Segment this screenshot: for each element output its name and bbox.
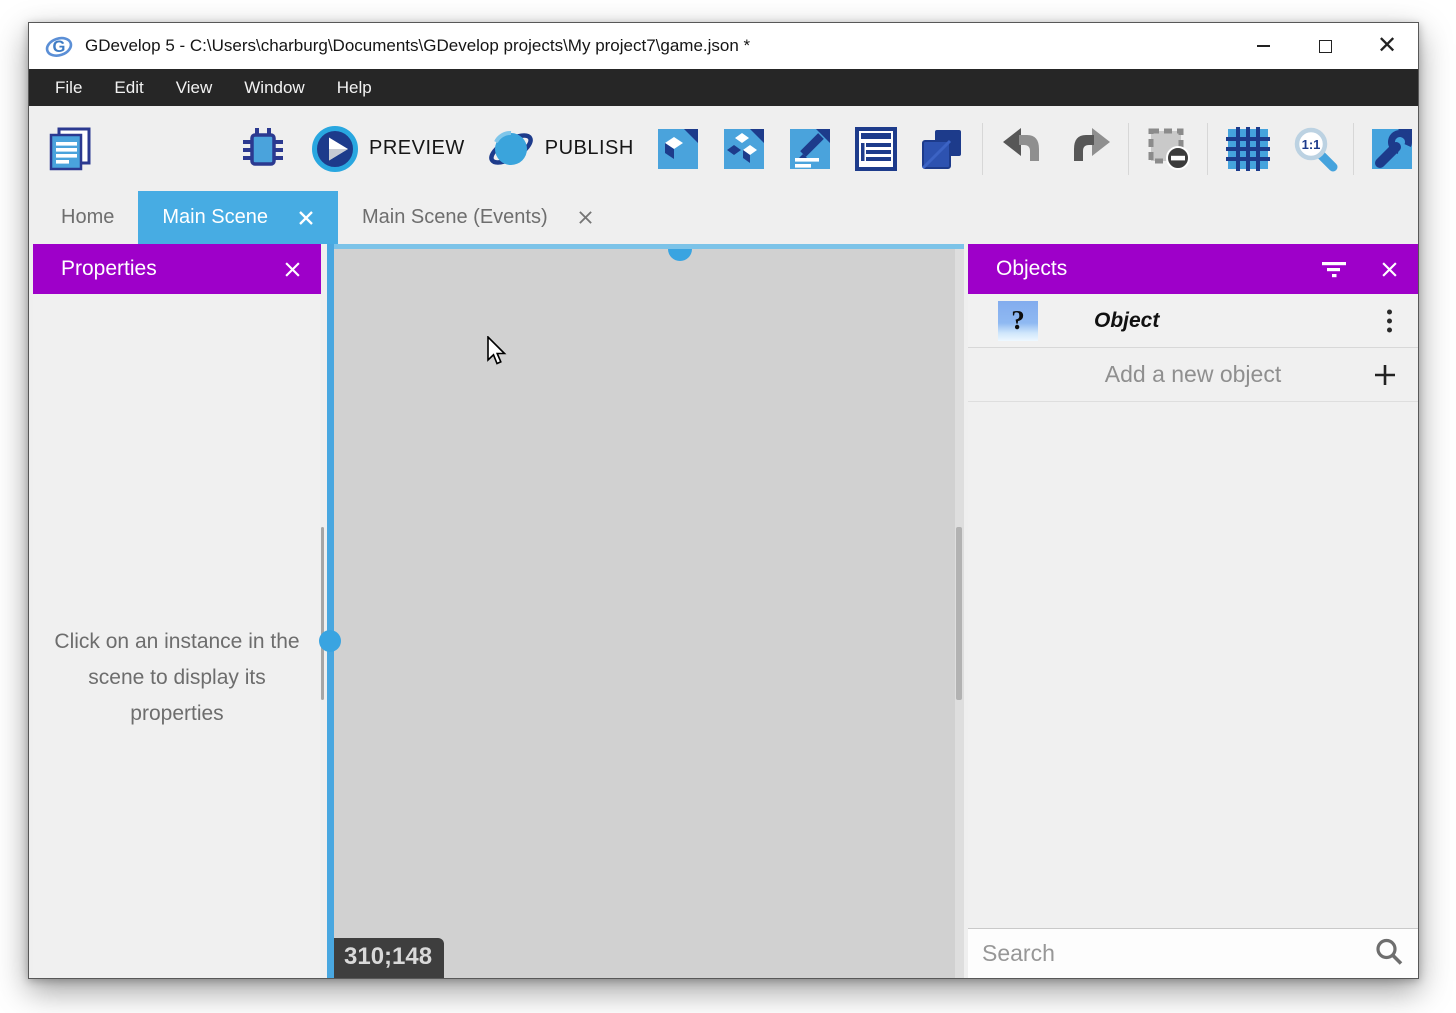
tab-close-icon[interactable] xyxy=(298,210,314,226)
tab-close-icon[interactable] xyxy=(578,210,593,225)
preview-play-icon xyxy=(311,125,359,173)
toolbar-separator xyxy=(1353,123,1354,175)
maximize-icon xyxy=(1319,40,1332,53)
window-title: GDevelop 5 - C:\Users\charburg\Documents… xyxy=(85,36,750,56)
preview-button[interactable]: PREVIEW xyxy=(311,125,465,173)
search-button[interactable] xyxy=(1374,936,1404,971)
menubar: File Edit View Window Help xyxy=(29,69,1418,106)
debug-icon[interactable] xyxy=(239,125,287,173)
close-icon xyxy=(284,261,301,278)
minimize-icon xyxy=(1257,45,1270,47)
scene-editor: 310;148 xyxy=(327,244,964,978)
objects-panel: Objects ? Object Add a new ob xyxy=(968,244,1418,978)
project-manager-icon[interactable] xyxy=(46,125,94,173)
menu-file[interactable]: File xyxy=(39,69,98,106)
tab-main-scene-label: Main Scene xyxy=(162,206,268,229)
tab-main-scene[interactable]: Main Scene xyxy=(138,191,338,244)
panel-resize-handle[interactable] xyxy=(319,630,341,652)
add-object-row[interactable]: Add a new object xyxy=(968,348,1418,402)
scene-canvas[interactable]: 310;148 xyxy=(334,244,964,978)
properties-close-button[interactable] xyxy=(284,244,301,294)
menu-view[interactable]: View xyxy=(160,69,229,106)
properties-panel: Properties Click on an instance in the s… xyxy=(33,244,321,978)
preview-label: PREVIEW xyxy=(369,137,465,160)
titlebar: G GDevelop 5 - C:\Users\charburg\Documen… xyxy=(29,23,1418,69)
layers-icon[interactable] xyxy=(918,125,966,173)
properties-empty-message: Click on an instance in the scene to dis… xyxy=(47,624,307,732)
deselect-icon[interactable] xyxy=(1145,125,1193,173)
gdevelop-window: G GDevelop 5 - C:\Users\charburg\Documen… xyxy=(28,22,1419,979)
menu-window[interactable]: Window xyxy=(228,69,320,106)
objects-editor-icon[interactable] xyxy=(654,125,702,173)
publish-button[interactable]: PUBLISH xyxy=(487,125,634,173)
mouse-cursor-icon xyxy=(486,336,508,368)
objects-empty-area xyxy=(968,402,1418,928)
search-icon xyxy=(1374,936,1404,966)
objects-close-button[interactable] xyxy=(1381,244,1398,294)
toolbar: PREVIEW PUBLISH xyxy=(29,106,1418,191)
tab-main-scene-events[interactable]: Main Scene (Events) xyxy=(338,191,617,244)
object-groups-icon[interactable] xyxy=(720,125,768,173)
object-menu-button[interactable] xyxy=(1387,309,1392,332)
tab-home[interactable]: Home xyxy=(37,191,138,244)
add-object-label: Add a new object xyxy=(1105,361,1281,388)
redo-icon[interactable] xyxy=(1066,125,1114,173)
close-icon: ✕ xyxy=(1377,34,1397,58)
object-name: Object xyxy=(1094,309,1159,333)
canvas-scrollbar-gutter xyxy=(955,249,964,978)
undo-icon[interactable] xyxy=(999,125,1047,173)
scene-properties-icon[interactable] xyxy=(786,125,834,173)
publish-label: PUBLISH xyxy=(545,137,634,160)
objects-filter-button[interactable] xyxy=(1322,244,1346,294)
properties-title: Properties xyxy=(61,257,157,281)
objects-title: Objects xyxy=(996,257,1067,281)
filter-icon xyxy=(1322,260,1346,278)
object-list-item[interactable]: ? Object xyxy=(968,294,1418,348)
menu-help[interactable]: Help xyxy=(321,69,388,106)
maximize-button[interactable] xyxy=(1294,23,1356,69)
tab-home-label: Home xyxy=(61,206,114,229)
canvas-top-resize-handle[interactable] xyxy=(668,249,692,261)
close-button[interactable]: ✕ xyxy=(1356,23,1418,69)
menu-edit[interactable]: Edit xyxy=(98,69,159,106)
canvas-scrollbar[interactable] xyxy=(956,527,962,700)
plus-icon xyxy=(1374,364,1396,386)
gdevelop-logo-icon: G xyxy=(45,32,73,60)
svg-text:G: G xyxy=(53,37,66,56)
question-mark-icon: ? xyxy=(998,301,1038,341)
tab-main-scene-events-label: Main Scene (Events) xyxy=(362,206,548,229)
properties-scrollbar[interactable] xyxy=(321,527,324,700)
tabbar: Home Main Scene Main Scene (Events) xyxy=(29,191,1418,244)
canvas-top-divider[interactable] xyxy=(334,244,964,249)
svg-text:1:1: 1:1 xyxy=(1301,137,1320,152)
properties-header: Properties xyxy=(33,244,321,294)
editor-content: Properties Click on an instance in the s… xyxy=(29,244,1418,978)
panel-resize-divider[interactable] xyxy=(327,244,334,978)
layers-list-icon[interactable] xyxy=(852,125,900,173)
settings-wrench-icon[interactable] xyxy=(1368,125,1416,173)
objects-search-row xyxy=(968,928,1418,978)
grid-icon[interactable] xyxy=(1224,125,1272,173)
publish-planet-icon xyxy=(487,125,535,173)
minimize-button[interactable] xyxy=(1232,23,1294,69)
search-input[interactable] xyxy=(982,940,1352,967)
toolbar-separator xyxy=(1128,123,1129,175)
close-icon xyxy=(1381,261,1398,278)
toolbar-separator xyxy=(1207,123,1208,175)
objects-header: Objects xyxy=(968,244,1418,294)
properties-body: Click on an instance in the scene to dis… xyxy=(33,294,321,978)
toolbar-separator xyxy=(982,123,983,175)
coordinates-tooltip: 310;148 xyxy=(334,938,444,978)
zoom-1-1-icon[interactable]: 1:1 xyxy=(1291,125,1339,173)
